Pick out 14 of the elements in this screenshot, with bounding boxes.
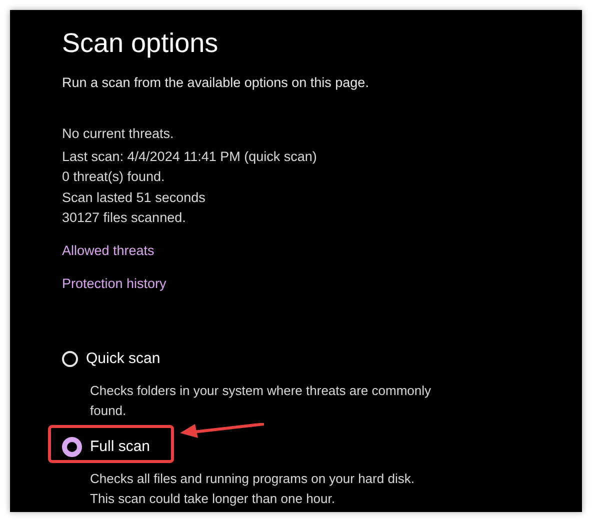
option-label[interactable]: Quick scan <box>86 348 160 368</box>
status-text: 30127 files scanned. <box>62 209 187 227</box>
status-text: No current threats. <box>62 125 175 143</box>
status-text: 0 threat(s) found. <box>62 168 166 186</box>
status-text: Scan lasted 51 seconds <box>62 188 206 206</box>
link[interactable]: Allowed threats <box>62 240 154 260</box>
status-text: Last scan: 4/4/2024 11:41 PM (quick scan) <box>62 148 318 166</box>
page-description: Run a scan from the available options on this page. <box>62 74 370 92</box>
radio-button[interactable] <box>62 436 82 456</box>
option-description: Checks all files and running programs on your hard disk. This scan could take longer than one hour. <box>90 470 416 508</box>
option-label[interactable]: Full scan <box>90 436 150 456</box>
option-description: Checks folders in your system where threats are commonly found. <box>90 382 432 420</box>
page-title: Scan options <box>62 27 220 60</box>
link[interactable]: Protection history <box>62 274 166 292</box>
